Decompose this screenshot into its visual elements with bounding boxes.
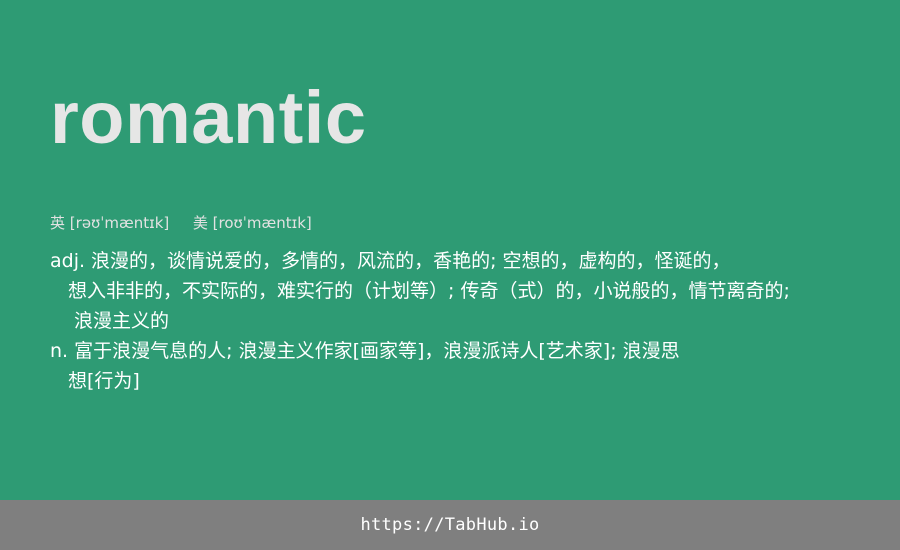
noun-definition-line-1: n. 富于浪漫气息的人; 浪漫主义作家[画家等]，浪漫派诗人[艺术家]; 浪漫思 (50, 340, 680, 362)
phonetics: 英 [rəʊˈmæntɪk] 美 [roʊˈmæntɪk] (50, 212, 312, 234)
headword: romantic (50, 76, 367, 159)
adj-definition-line-3: 浪漫主义的 (74, 310, 170, 332)
adj-definition-line-1: adj. 浪漫的，谈情说爱的，多情的，风流的，香艳的; 空想的，虚构的，怪诞的， (50, 250, 731, 272)
uk-label: 英 (50, 214, 66, 232)
us-ipa: [roʊˈmæntɪk] (212, 214, 312, 232)
footer-bar: https://TabHub.io (0, 500, 900, 550)
tabhub-link[interactable]: https://TabHub.io (360, 500, 539, 550)
us-label: 美 (192, 214, 208, 232)
uk-ipa: [rəʊˈmæntɪk] (69, 214, 170, 232)
adj-definition-line-2: 想入非非的，不实际的，难实行的（计划等）; 传奇（式）的，小说般的，情节离奇的; (68, 280, 790, 302)
noun-definition-line-2: 想[行为] (68, 370, 140, 392)
definitions: adj. 浪漫的，谈情说爱的，多情的，风流的，香艳的; 空想的，虚构的，怪诞的，… (50, 246, 850, 396)
word-card: romantic 英 [rəʊˈmæntɪk] 美 [roʊˈmæntɪk] a… (0, 0, 900, 500)
